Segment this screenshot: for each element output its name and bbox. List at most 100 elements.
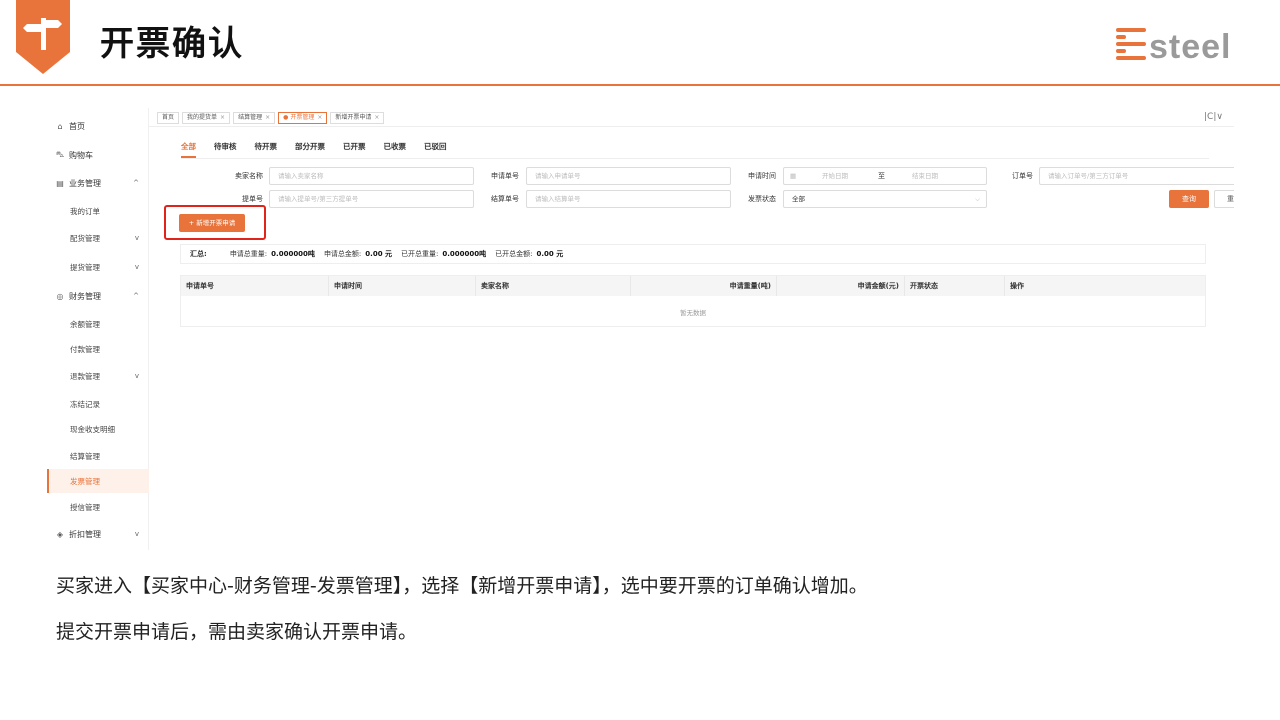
- discount-icon: ◈: [56, 529, 64, 539]
- chevron-down-icon: ⌵: [975, 195, 980, 203]
- order-no-input[interactable]: 请输入订单号/第三方订单号: [1039, 167, 1234, 185]
- sidebar-item-finance[interactable]: ◎ 财务管理 ^: [47, 284, 149, 308]
- invoice-status-select[interactable]: 全部 ⌵: [783, 190, 987, 208]
- sidebar-item-credit[interactable]: 授信管理: [47, 495, 149, 519]
- sidebar-item-label: 退款管理: [70, 371, 100, 381]
- close-icon[interactable]: ×: [220, 114, 225, 121]
- cart-icon: ⛍: [55, 150, 65, 159]
- table-header: 申请单号 申请时间 卖家名称 申请重量(吨) 申请金额(元) 开票状态 操作: [181, 276, 1205, 296]
- apply-time-label: 申请时间: [748, 172, 776, 180]
- sidebar-item-balance[interactable]: 余额管理: [47, 312, 149, 336]
- status-tab-received[interactable]: 已收票: [384, 141, 407, 158]
- tab-label: 首页: [162, 114, 175, 121]
- column-header: 申请重量(吨): [631, 276, 777, 296]
- status-tab-pending-review[interactable]: 待审核: [214, 141, 237, 158]
- sidebar-item-label: 我的订单: [70, 206, 100, 216]
- apply-weight-value: 0.000000吨: [271, 250, 315, 258]
- query-button[interactable]: 查询: [1169, 190, 1209, 208]
- date-range-separator: 至: [878, 172, 885, 180]
- tabbar-tools[interactable]: |C|∨: [1204, 112, 1223, 122]
- invoice-table: 申请单号 申请时间 卖家名称 申请重量(吨) 申请金额(元) 开票状态 操作 暂…: [180, 275, 1206, 327]
- sidebar-item-label: 授信管理: [70, 502, 100, 512]
- column-header: 申请单号: [181, 276, 329, 296]
- home-icon: ⌂: [57, 121, 63, 131]
- sidebar-item-invoice[interactable]: 发票管理: [47, 469, 149, 493]
- seller-label: 卖家名称: [235, 172, 263, 180]
- status-tab-issued[interactable]: 已开票: [343, 141, 366, 158]
- column-header: 卖家名称: [476, 276, 631, 296]
- svg-text:steel: steel: [1149, 28, 1232, 62]
- column-header: 操作: [1010, 282, 1024, 290]
- sidebar-item-business[interactable]: ▤ 业务管理 ^: [47, 171, 149, 195]
- settle-no-label: 结算单号: [491, 195, 519, 203]
- column-header: 申请时间: [329, 276, 476, 296]
- caption-line-2: 提交开票申请后，需由卖家确认开票申请。: [56, 621, 418, 643]
- column-header: 申请金额(元): [777, 276, 905, 296]
- active-dot-icon: ●: [283, 114, 289, 121]
- chevron-up-icon: ^: [133, 179, 139, 187]
- sidebar-item-payment[interactable]: 付款管理: [47, 337, 149, 361]
- app-screenshot: ⌂ 首页 ⛍ 购物车 ▤ 业务管理 ^ 我的订单 配货管理 v 提货管理 v ◎…: [47, 108, 1234, 550]
- tabbar-divider: [149, 126, 1234, 127]
- business-icon: ▤: [56, 178, 64, 188]
- calendar-icon: ▦: [790, 172, 797, 180]
- tab-settlement[interactable]: 结算管理 ×: [233, 112, 276, 124]
- table-empty-text: 暂无数据: [680, 309, 706, 317]
- status-tabs-divider: [181, 158, 1209, 159]
- sidebar-item-cashflow[interactable]: 现金收支明细: [47, 417, 149, 441]
- tab-new-invoice-request[interactable]: 新增开票申请 ×: [330, 112, 385, 124]
- sidebar: ⌂ 首页 ⛍ 购物车 ▤ 业务管理 ^ 我的订单 配货管理 v 提货管理 v ◎…: [47, 108, 149, 550]
- sidebar-item-settlement[interactable]: 结算管理: [47, 444, 149, 468]
- invoice-status-label: 发票状态: [748, 195, 776, 203]
- close-icon[interactable]: ×: [265, 114, 270, 121]
- sidebar-item-discount[interactable]: ◈ 折扣管理 v: [47, 522, 149, 546]
- issued-weight-label: 已开总重量:: [401, 250, 439, 258]
- sidebar-item-cart[interactable]: ⛍ 购物车: [47, 143, 149, 167]
- tab-my-bills[interactable]: 我的提货单 ×: [182, 112, 231, 124]
- sidebar-item-refund[interactable]: 退款管理 v: [47, 364, 149, 388]
- slide-badge-icon: [16, 0, 70, 74]
- tab-home[interactable]: 首页: [157, 112, 180, 124]
- tab-invoice-management[interactable]: ● 开票管理 ×: [278, 112, 328, 124]
- sidebar-item-label: 发票管理: [70, 476, 100, 486]
- end-date-placeholder: 结束日期: [912, 172, 938, 180]
- sidebar-item-distribution[interactable]: 配货管理 v: [47, 226, 149, 250]
- status-tab-pending-invoice[interactable]: 待开票: [255, 141, 278, 158]
- sidebar-item-label: 购物车: [69, 150, 93, 160]
- status-tab-partial[interactable]: 部分开票: [295, 141, 325, 158]
- settle-no-input[interactable]: 请输入结算单号: [526, 190, 731, 208]
- sidebar-item-label: 折扣管理: [69, 529, 101, 539]
- close-icon[interactable]: ×: [374, 114, 379, 121]
- sidebar-item-label: 首页: [69, 121, 85, 131]
- bill-no-input[interactable]: 请输入提单号/第三方提单号: [269, 190, 474, 208]
- close-icon[interactable]: ×: [317, 114, 322, 121]
- sidebar-item-frozen[interactable]: 冻结记录: [47, 392, 149, 416]
- issued-amount-label: 已开总金额:: [495, 250, 533, 258]
- highlight-box: [164, 205, 266, 240]
- caption-line-1: 买家进入【买家中心-财务管理-发票管理】，选择【新增开票申请】，选中要开票的订单…: [56, 575, 868, 597]
- sidebar-item-home[interactable]: ⌂ 首页: [47, 114, 149, 138]
- page-tabbar: 首页 我的提货单 × 结算管理 × ● 开票管理 × 新增开票申请 ×: [157, 112, 387, 126]
- invoice-status-value: 全部: [792, 195, 805, 203]
- sidebar-item-pickup[interactable]: 提货管理 v: [47, 255, 149, 279]
- status-tab-rejected[interactable]: 已驳回: [424, 141, 447, 158]
- sidebar-item-label: 结算管理: [70, 451, 100, 461]
- sidebar-item-label: 配货管理: [70, 233, 100, 243]
- sidebar-item-label: 余额管理: [70, 319, 100, 329]
- sidebar-item-my-orders[interactable]: 我的订单: [47, 199, 149, 223]
- apply-amount-label: 申请总金额:: [323, 250, 362, 258]
- status-tab-all[interactable]: 全部: [181, 141, 196, 158]
- reset-button[interactable]: 重置: [1214, 190, 1234, 208]
- seller-input[interactable]: 请输入卖家名称: [269, 167, 474, 185]
- status-tabs: 全部 待审核 待开票 部分开票 已开票 已收票 已驳回: [181, 141, 465, 158]
- apply-no-input[interactable]: 请输入申请单号: [526, 167, 731, 185]
- sidebar-item-label: 冻结记录: [70, 399, 100, 409]
- apply-time-range[interactable]: ▦ 开始日期 至 结束日期: [783, 167, 987, 185]
- apply-no-label: 申请单号: [491, 172, 519, 180]
- chevron-down-icon: v: [134, 234, 139, 242]
- tab-label: 开票管理: [290, 114, 315, 121]
- apply-amount-value: 0.00 元: [365, 250, 393, 258]
- start-date-placeholder: 开始日期: [822, 172, 848, 180]
- bill-no-label: 提单号: [242, 195, 263, 203]
- issued-weight-value: 0.000000吨: [442, 250, 487, 258]
